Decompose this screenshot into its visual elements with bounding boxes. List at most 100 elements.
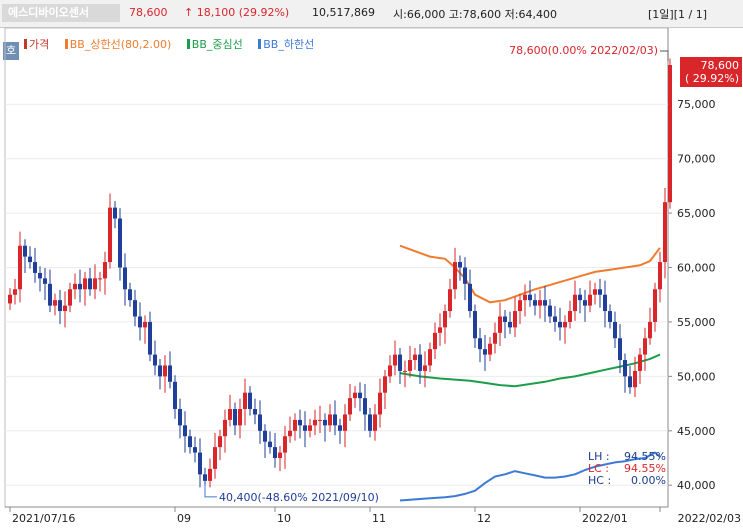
candle-body xyxy=(628,376,632,388)
candle-body xyxy=(48,283,52,306)
candle-body xyxy=(363,398,367,415)
candle-body xyxy=(463,267,467,284)
candle-body xyxy=(408,360,412,371)
candle-body xyxy=(158,365,162,377)
candle-body xyxy=(253,409,257,415)
candle-body xyxy=(413,354,417,361)
candle-body xyxy=(538,300,542,306)
candle-body xyxy=(298,419,302,426)
candle-body xyxy=(268,441,272,448)
candle-body xyxy=(453,262,457,290)
candle-body xyxy=(358,392,362,399)
candle-body xyxy=(43,278,47,284)
candle-body xyxy=(458,262,462,268)
candle-body xyxy=(148,321,152,355)
x-tick-label: 11 xyxy=(372,512,386,525)
candle-body xyxy=(558,321,562,328)
candle-body xyxy=(613,321,617,339)
x-tick-label: 2022/01 xyxy=(582,512,628,525)
y-tick-label: 50,000 xyxy=(677,370,716,383)
candle-body xyxy=(223,419,227,437)
candle-body xyxy=(323,419,327,426)
y-tick-label: 75,000 xyxy=(677,98,716,111)
candle-body xyxy=(83,278,87,290)
candle-body xyxy=(578,294,582,301)
bb-stat-label: HC : xyxy=(588,474,611,487)
candle-body xyxy=(243,392,247,410)
candle-body xyxy=(248,392,252,410)
candle-body xyxy=(568,311,572,322)
candle-body xyxy=(668,65,672,203)
candle-body xyxy=(343,414,347,431)
candle-body xyxy=(623,360,627,377)
candle-body xyxy=(398,354,402,371)
candle-body xyxy=(78,283,82,290)
candle-body xyxy=(153,354,157,366)
candle-body xyxy=(433,332,437,350)
candle-body xyxy=(498,316,502,333)
candle-body xyxy=(208,468,212,481)
candle-body xyxy=(633,370,637,388)
candle-body xyxy=(388,365,392,377)
candle-body xyxy=(123,267,127,290)
x-tick-label: 09 xyxy=(177,512,191,525)
candle-body xyxy=(648,321,652,339)
candle-body xyxy=(143,321,147,328)
candle-body xyxy=(188,436,192,448)
x-tick-label: 2021/07/16 xyxy=(12,512,75,525)
candle-body xyxy=(653,289,657,322)
candle-body xyxy=(473,311,477,339)
candle-body xyxy=(663,202,667,263)
candle-body xyxy=(333,414,337,426)
bb-stat-value: 0.00% xyxy=(631,474,666,487)
candle-body xyxy=(573,294,577,312)
candle-body xyxy=(168,365,172,382)
candle-body xyxy=(518,300,522,312)
x-tick-label: 10 xyxy=(277,512,291,525)
candle-body xyxy=(308,425,312,431)
candle-body xyxy=(303,425,307,431)
candle-body xyxy=(338,425,342,431)
candle-body xyxy=(68,289,72,306)
candle-body xyxy=(418,354,422,371)
candle-body xyxy=(378,392,382,415)
candle-body xyxy=(533,300,537,306)
candle-body xyxy=(643,338,647,355)
candle-body xyxy=(213,447,217,469)
candle-body xyxy=(133,300,137,317)
candle-body xyxy=(93,278,97,290)
candle-body xyxy=(238,409,242,426)
candle-body xyxy=(493,332,497,344)
candle-body xyxy=(423,365,427,371)
candle-body xyxy=(18,245,22,290)
candle-body xyxy=(563,321,567,328)
current-price-tag-change: ( 29.92%) xyxy=(685,72,739,85)
candle-body xyxy=(523,294,527,301)
candle-body xyxy=(38,272,42,279)
candle-body xyxy=(28,256,32,263)
candle-body xyxy=(23,245,27,257)
y-tick-label: 65,000 xyxy=(677,207,716,220)
candlestick-chart[interactable]: 40,000 45,000 50,000 55,000 60,000 65,000 70,0… xyxy=(0,0,743,529)
candle-body xyxy=(313,419,317,426)
candle-body xyxy=(233,409,237,426)
min-annotation-pointer xyxy=(204,484,217,498)
y-tick-label: 70,000 xyxy=(677,153,716,166)
candle-body xyxy=(203,474,207,481)
candle-body xyxy=(478,338,482,350)
candle-body xyxy=(553,316,557,322)
candle-body xyxy=(33,262,37,273)
candle-body xyxy=(368,414,372,431)
candle-body xyxy=(588,294,592,306)
candle-body xyxy=(178,409,182,426)
candle-body xyxy=(138,316,142,328)
candle-body xyxy=(173,381,177,410)
candle-body xyxy=(428,349,432,366)
candle-body xyxy=(348,398,352,415)
x-tick-label: 2022/02/03 xyxy=(678,512,741,525)
candle-body xyxy=(193,447,197,453)
candle-body xyxy=(273,447,277,459)
candle-body xyxy=(198,452,202,475)
candle-body xyxy=(53,300,57,306)
candle-body xyxy=(583,300,587,306)
